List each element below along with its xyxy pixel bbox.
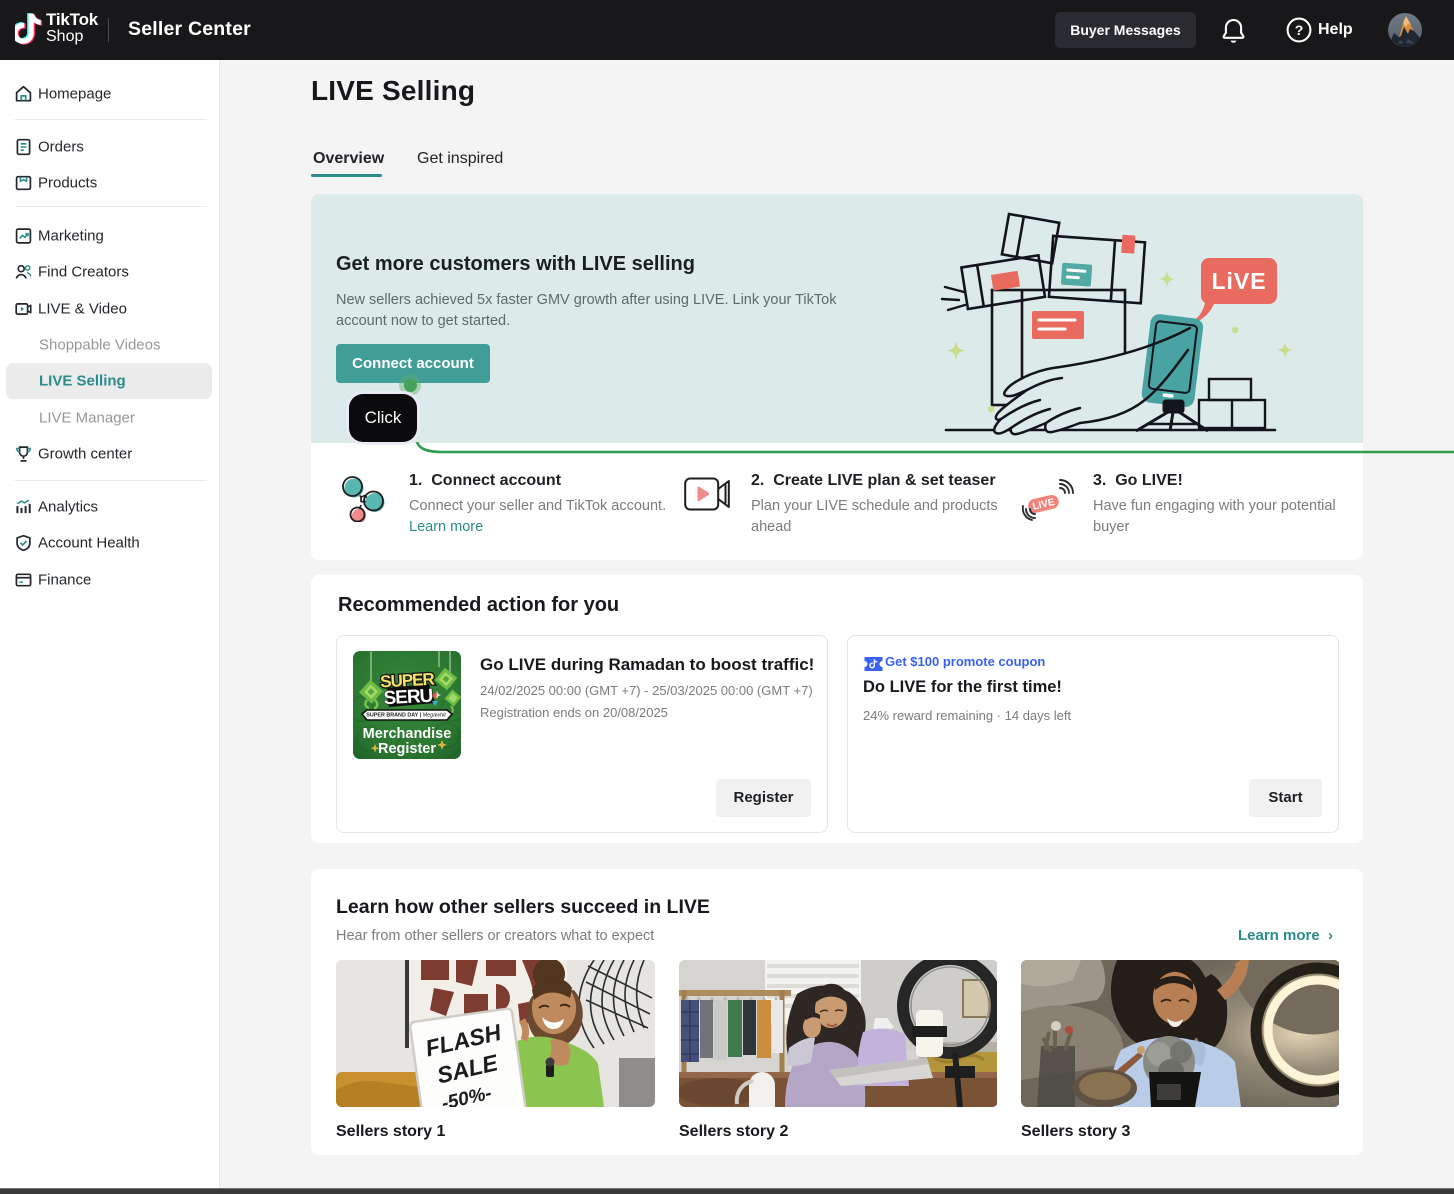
svg-text:SERU: SERU: [383, 686, 433, 710]
svg-text:Merchandise: Merchandise: [363, 726, 452, 742]
svg-text:Register: Register: [378, 741, 436, 757]
svg-text:LiVE: LiVE: [1211, 268, 1266, 294]
svg-text:SUPER BRAND DAY | Megawhit: SUPER BRAND DAY | Megawhit: [366, 713, 446, 719]
svg-text:?: ?: [1295, 22, 1304, 38]
